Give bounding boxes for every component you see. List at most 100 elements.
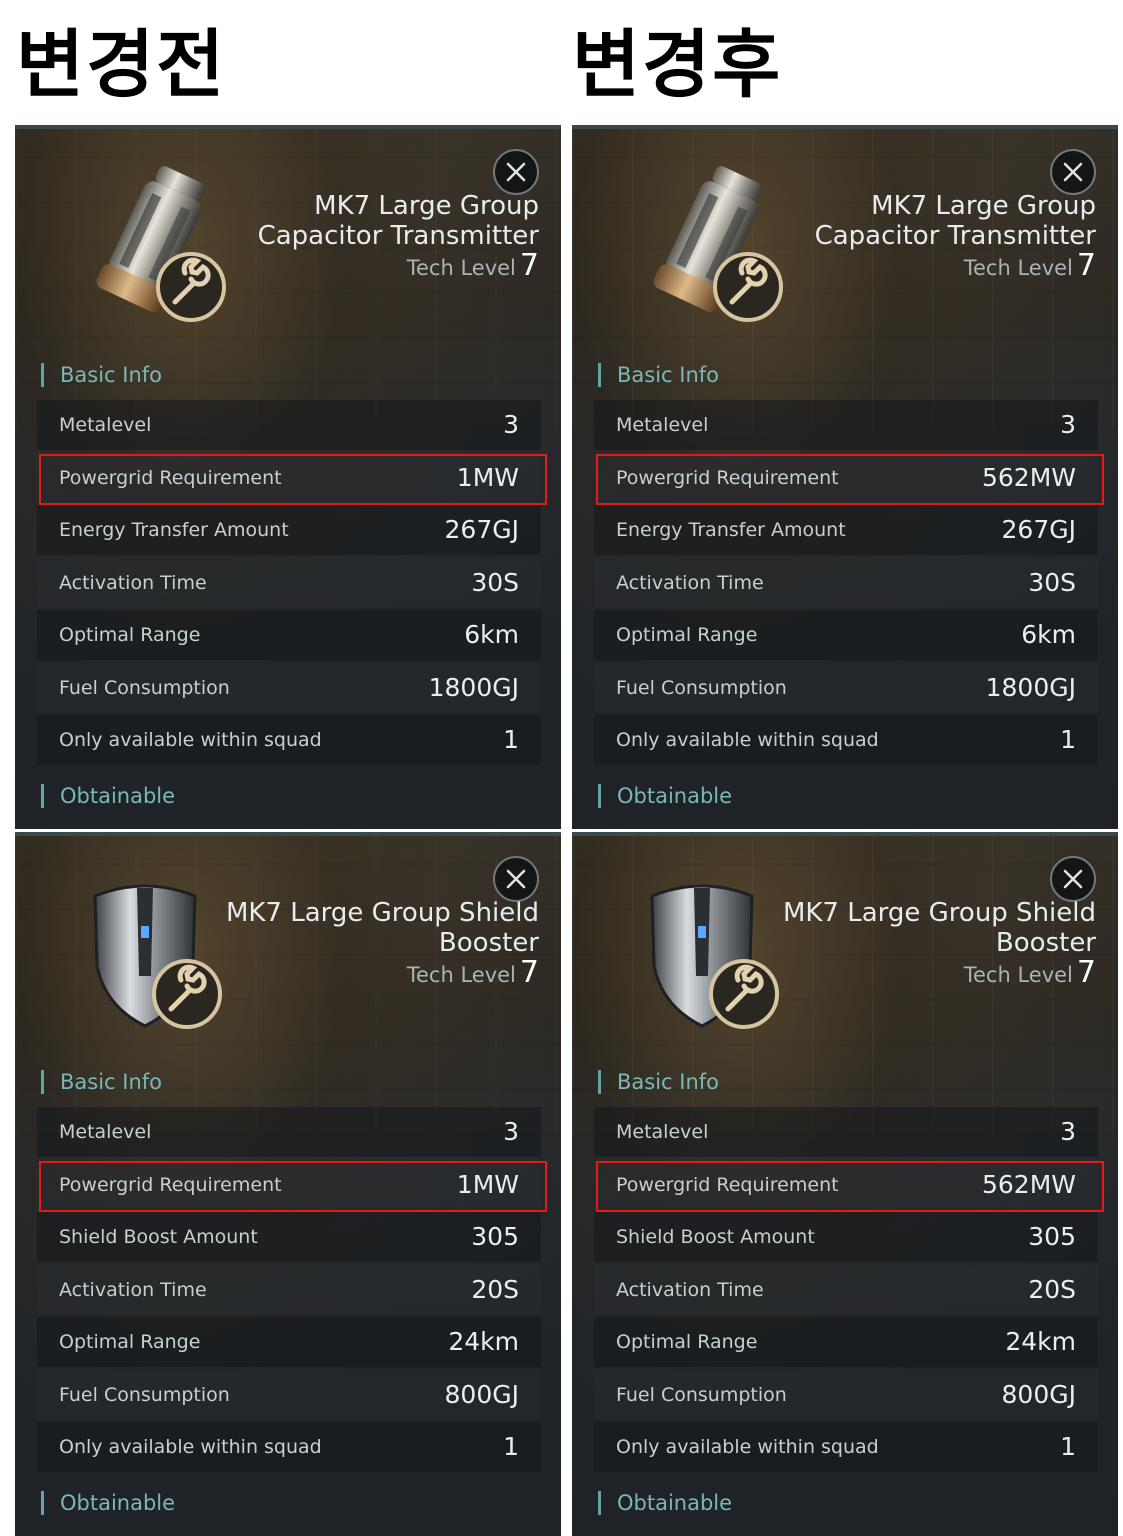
tech-level: Tech Level 7 xyxy=(783,958,1096,990)
shield-booster-icon xyxy=(632,866,792,1036)
row-value: 1800GJ xyxy=(428,672,519,702)
obtainable-header[interactable]: Obtainable xyxy=(598,784,732,808)
table-row: Activation Time 30S xyxy=(594,557,1098,608)
obtainable-header[interactable]: Obtainable xyxy=(41,1491,175,1515)
item-info-panel-before-shield: MK7 Large Group Shield Booster Tech Leve… xyxy=(15,832,561,1536)
tech-level-label: Tech Level xyxy=(406,963,516,987)
item-info-panel-before-capacitor: MK7 Large Group Capacitor Transmitter Te… xyxy=(15,125,561,829)
table-row: Optimal Range 24km xyxy=(37,1317,541,1367)
row-value: 1MW xyxy=(456,1169,519,1199)
table-row: Metalevel 3 xyxy=(37,1107,541,1157)
table-row: Optimal Range 24km xyxy=(594,1317,1098,1367)
row-label: Optimal Range xyxy=(616,1331,758,1353)
item-title: MK7 Large Group Capacitor Transmitter Te… xyxy=(258,191,539,283)
tech-level-value: 7 xyxy=(519,955,539,990)
table-row: Fuel Consumption 1800GJ xyxy=(37,662,541,713)
row-label: Optimal Range xyxy=(616,624,758,646)
row-value: 267GJ xyxy=(444,515,519,544)
row-value: 562MW xyxy=(981,462,1076,492)
item-title: MK7 Large Group Shield Booster Tech Leve… xyxy=(226,898,539,990)
row-label: Only available within squad xyxy=(616,729,879,751)
item-name-line-1: MK7 Large Group xyxy=(314,191,539,221)
row-label: Metalevel xyxy=(616,1121,709,1143)
capacitor-canister-icon xyxy=(632,159,792,329)
table-row: Only available within squad 1 xyxy=(37,715,541,765)
stats-table: Metalevel 3 Powergrid Requirement 562MW En… xyxy=(594,400,1104,768)
row-label: Powergrid Requirement xyxy=(59,466,282,489)
table-row: Only available within squad 1 xyxy=(594,715,1098,765)
obtainable-header[interactable]: Obtainable xyxy=(598,1491,732,1515)
row-label: Activation Time xyxy=(616,571,764,594)
shield-booster-icon xyxy=(75,866,235,1036)
row-value: 305 xyxy=(1028,1222,1076,1251)
row-value: 1800GJ xyxy=(985,672,1076,702)
row-label: Activation Time xyxy=(59,1278,207,1301)
stats-table: Metalevel 3 Powergrid Requirement 1MW Ener… xyxy=(37,400,547,768)
row-value: 24km xyxy=(448,1327,519,1356)
table-row: Activation Time 20S xyxy=(594,1264,1098,1315)
table-row: Shield Boost Amount 305 xyxy=(37,1212,541,1262)
basic-info-header: Basic Info xyxy=(41,1070,162,1094)
row-label: Activation Time xyxy=(616,1278,764,1301)
row-value: 24km xyxy=(1005,1327,1076,1356)
close-icon xyxy=(506,162,526,182)
row-label: Shield Boost Amount xyxy=(616,1226,815,1248)
tech-level-label: Tech Level xyxy=(406,256,516,280)
basic-info-header: Basic Info xyxy=(41,363,162,387)
row-value: 305 xyxy=(471,1222,519,1251)
close-button[interactable] xyxy=(493,856,539,902)
row-value: 267GJ xyxy=(1001,515,1076,544)
row-value: 800GJ xyxy=(1001,1379,1076,1409)
row-label: Activation Time xyxy=(59,571,207,594)
row-value: 1 xyxy=(503,725,519,754)
row-value: 3 xyxy=(503,1117,519,1146)
table-row: Fuel Consumption 800GJ xyxy=(594,1369,1098,1420)
table-row-highlighted: Powergrid Requirement 562MW xyxy=(594,452,1104,505)
table-row: Optimal Range 6km xyxy=(594,610,1098,660)
table-row: Fuel Consumption 800GJ xyxy=(37,1369,541,1420)
table-row: Metalevel 3 xyxy=(594,400,1098,450)
table-row: Metalevel 3 xyxy=(594,1107,1098,1157)
row-label: Energy Transfer Amount xyxy=(616,519,846,541)
item-name-line-2: Capacitor Transmitter xyxy=(257,221,539,251)
close-button[interactable] xyxy=(1050,149,1096,195)
item-title: MK7 Large Group Capacitor Transmitter Te… xyxy=(815,191,1096,283)
obtainable-header[interactable]: Obtainable xyxy=(41,784,175,808)
row-value: 800GJ xyxy=(444,1379,519,1409)
table-row: Fuel Consumption 1800GJ xyxy=(594,662,1098,713)
basic-info-header: Basic Info xyxy=(598,1070,719,1094)
row-value: 3 xyxy=(503,410,519,439)
row-value: 562MW xyxy=(981,1169,1076,1199)
row-label: Fuel Consumption xyxy=(59,1383,230,1406)
capacitor-canister-icon xyxy=(75,159,235,329)
row-value: 20S xyxy=(471,1274,519,1304)
row-value: 30S xyxy=(471,567,519,597)
row-value: 20S xyxy=(1028,1274,1076,1304)
row-label: Metalevel xyxy=(616,414,709,436)
table-row-highlighted: Powergrid Requirement 562MW xyxy=(594,1159,1104,1212)
heading-before: 변경전 xyxy=(16,22,227,108)
row-label: Powergrid Requirement xyxy=(616,466,839,489)
close-button[interactable] xyxy=(1050,856,1096,902)
tech-level-value: 7 xyxy=(1076,248,1096,283)
item-name-line-2: Booster xyxy=(995,928,1096,958)
basic-info-header: Basic Info xyxy=(598,363,719,387)
table-row: Activation Time 20S xyxy=(37,1264,541,1315)
row-label: Powergrid Requirement xyxy=(59,1173,282,1196)
table-row: Optimal Range 6km xyxy=(37,610,541,660)
row-value: 3 xyxy=(1060,410,1076,439)
row-label: Metalevel xyxy=(59,1121,152,1143)
row-label: Energy Transfer Amount xyxy=(59,519,289,541)
table-row-highlighted: Powergrid Requirement 1MW xyxy=(37,1159,547,1212)
table-row: Only available within squad 1 xyxy=(37,1422,541,1472)
item-info-panel-after-shield: MK7 Large Group Shield Booster Tech Leve… xyxy=(572,832,1118,1536)
row-label: Only available within squad xyxy=(616,1436,879,1458)
item-name-line-1: MK7 Large Group Shield xyxy=(225,898,539,928)
stats-table: Metalevel 3 Powergrid Requirement 562MW Sh… xyxy=(594,1107,1104,1475)
row-value: 3 xyxy=(1060,1117,1076,1146)
close-icon xyxy=(1063,162,1083,182)
row-value: 1MW xyxy=(456,462,519,492)
close-button[interactable] xyxy=(493,149,539,195)
item-name-line-2: Booster xyxy=(438,928,539,958)
table-row: Metalevel 3 xyxy=(37,400,541,450)
